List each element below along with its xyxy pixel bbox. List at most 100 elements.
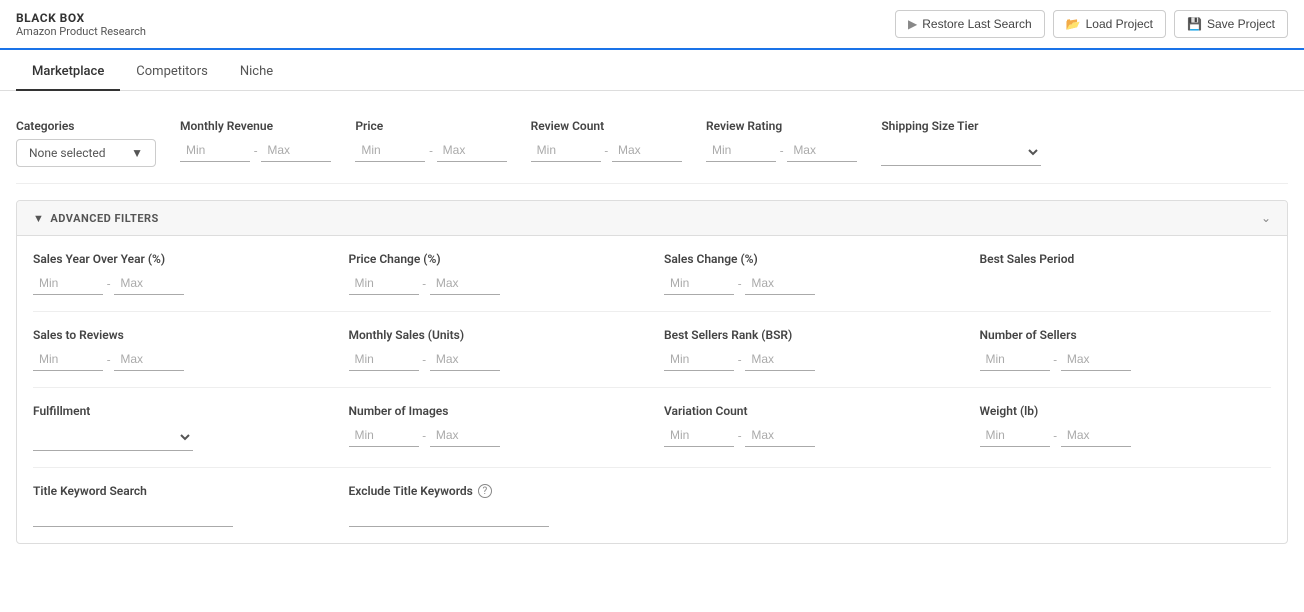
bsr-inputs: - [664,348,956,371]
restore-icon: ▶ [908,17,917,31]
number-of-sellers-label: Number of Sellers [980,328,1272,342]
advanced-filters-section: ▼ ADVANCED FILTERS ⌄ Sales Year Over Yea… [16,200,1288,544]
weight-label: Weight (lb) [980,404,1272,418]
fulfillment-select[interactable] [33,424,193,451]
tab-marketplace[interactable]: Marketplace [16,54,120,91]
monthly-sales-min-input[interactable] [349,348,419,371]
price-inputs: - [355,139,506,162]
sales-to-reviews-inputs: - [33,348,325,371]
advanced-row-2: Sales to Reviews - Monthly Sales (Units)… [33,328,1271,388]
sales-change-label: Sales Change (%) [664,252,956,266]
price-min-input[interactable] [355,139,425,162]
variation-count-dash: - [738,429,741,443]
price-change-min-input[interactable] [349,272,419,295]
bsr-label: Best Sellers Rank (BSR) [664,328,956,342]
load-project-button[interactable]: 📂 Load Project [1053,10,1166,38]
price-change-dash: - [423,277,426,291]
number-of-images-inputs: - [349,424,641,447]
weight-filter-group: Weight (lb) - [980,404,1272,451]
advanced-chevron-icon: ⌄ [1261,211,1271,225]
variation-count-inputs: - [664,424,956,447]
monthly-revenue-min-input[interactable] [180,139,250,162]
bsr-filter-group: Best Sellers Rank (BSR) - [664,328,956,371]
monthly-revenue-label: Monthly Revenue [180,119,331,133]
review-count-max-input[interactable] [612,139,682,162]
restore-label: Restore Last Search [922,17,1031,31]
save-project-button[interactable]: 💾 Save Project [1174,10,1288,38]
review-rating-filter-group: Review Rating - [706,119,857,162]
advanced-filters-header[interactable]: ▼ ADVANCED FILTERS ⌄ [17,201,1287,236]
sales-to-reviews-max-input[interactable] [114,348,184,371]
title-keyword-search-input[interactable] [33,504,233,527]
sales-yoy-max-input[interactable] [114,272,184,295]
best-sales-period-filter-group: Best Sales Period [980,252,1272,295]
price-change-filter-group: Price Change (%) - [349,252,641,295]
price-label: Price [355,119,506,133]
weight-max-input[interactable] [1061,424,1131,447]
advanced-filters-title-group: ▼ ADVANCED FILTERS [33,212,159,225]
number-of-images-filter-group: Number of Images - [349,404,641,451]
fulfillment-label: Fulfillment [33,404,325,418]
header-actions: ▶ Restore Last Search 📂 Load Project 💾 S… [895,10,1288,38]
review-count-dash: - [605,144,608,158]
sales-yoy-filter-group: Sales Year Over Year (%) - [33,252,325,295]
filter-icon: ▼ [33,212,44,225]
review-rating-max-input[interactable] [787,139,857,162]
review-count-filter-group: Review Count - [531,119,682,162]
number-of-images-min-input[interactable] [349,424,419,447]
price-change-max-input[interactable] [430,272,500,295]
categories-filter-group: Categories None selected ▼ [16,119,156,167]
monthly-sales-max-input[interactable] [430,348,500,371]
review-rating-min-input[interactable] [706,139,776,162]
monthly-revenue-max-input[interactable] [261,139,331,162]
shipping-size-tier-select[interactable] [881,139,1041,166]
exclude-title-help-icon[interactable]: ? [478,484,492,498]
best-sales-period-label: Best Sales Period [980,252,1272,266]
price-change-label: Price Change (%) [349,252,641,266]
exclude-title-keywords-label: Exclude Title Keywords [349,484,473,498]
number-of-sellers-dash: - [1054,353,1057,367]
weight-inputs: - [980,424,1272,447]
basic-filters-row: Categories None selected ▼ Monthly Reven… [16,107,1288,184]
number-of-sellers-max-input[interactable] [1061,348,1131,371]
review-count-min-input[interactable] [531,139,601,162]
price-filter-group: Price - [355,119,506,162]
tab-niche[interactable]: Niche [224,54,289,91]
sales-yoy-min-input[interactable] [33,272,103,295]
monthly-revenue-filter-group: Monthly Revenue - [180,119,331,162]
bsr-max-input[interactable] [745,348,815,371]
monthly-sales-dash: - [423,353,426,367]
review-rating-inputs: - [706,139,857,162]
advanced-row-4: Title Keyword Search Exclude Title Keywo… [33,484,1271,527]
advanced-row-1: Sales Year Over Year (%) - Price Change … [33,252,1271,312]
number-of-images-max-input[interactable] [430,424,500,447]
monthly-revenue-inputs: - [180,139,331,162]
sales-change-max-input[interactable] [745,272,815,295]
variation-count-min-input[interactable] [664,424,734,447]
sales-change-min-input[interactable] [664,272,734,295]
restore-last-search-button[interactable]: ▶ Restore Last Search [895,10,1045,38]
number-of-sellers-min-input[interactable] [980,348,1050,371]
monthly-sales-label: Monthly Sales (Units) [349,328,641,342]
exclude-title-label-row: Exclude Title Keywords ? [349,484,641,498]
sales-yoy-dash: - [107,277,110,291]
variation-count-label: Variation Count [664,404,956,418]
bsr-min-input[interactable] [664,348,734,371]
weight-min-input[interactable] [980,424,1050,447]
exclude-title-keywords-input[interactable] [349,504,549,527]
variation-count-max-input[interactable] [745,424,815,447]
categories-value: None selected [29,146,106,160]
monthly-revenue-dash: - [254,144,257,158]
price-max-input[interactable] [437,139,507,162]
sales-to-reviews-dash: - [107,353,110,367]
tab-competitors[interactable]: Competitors [120,54,224,91]
categories-dropdown[interactable]: None selected ▼ [16,139,156,167]
review-rating-dash: - [780,144,783,158]
sales-to-reviews-min-input[interactable] [33,348,103,371]
advanced-filters-body: Sales Year Over Year (%) - Price Change … [17,236,1287,543]
number-of-sellers-inputs: - [980,348,1272,371]
monthly-sales-inputs: - [349,348,641,371]
shipping-size-tier-label: Shipping Size Tier [881,119,1041,133]
advanced-row-3: Fulfillment Number of Images - Variation… [33,404,1271,468]
sales-yoy-inputs: - [33,272,325,295]
